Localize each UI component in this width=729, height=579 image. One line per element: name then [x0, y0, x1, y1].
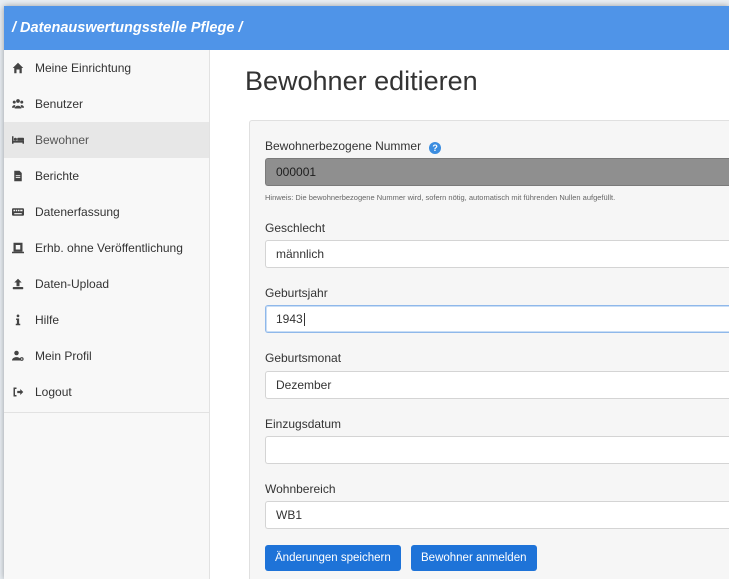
sidebar-item-datenerfassung[interactable]: Datenerfassung: [4, 194, 209, 230]
register-resident-button[interactable]: Bewohner anmelden: [411, 545, 537, 571]
sidebar-item-label: Benutzer: [35, 97, 84, 111]
sidebar-item-logout[interactable]: Logout: [4, 374, 209, 410]
sidebar-item-label: Bewohner: [35, 133, 90, 147]
sidebar-nav: Meine Einrichtung Benutzer Bewohner Beri…: [4, 50, 209, 413]
sidebar-item-label: Datenerfassung: [35, 205, 120, 219]
resident-number-label-text: Bewohnerbezogene Nummer: [265, 139, 422, 153]
bed-icon: [11, 133, 25, 147]
app-window: / Datenauswertungsstelle Pflege / Meine …: [4, 6, 729, 579]
user-cog-icon: [11, 349, 25, 363]
sidebar-item-label: Meine Einrichtung: [35, 61, 132, 75]
sidebar-item-erhb-ohne-veroeffentlichung[interactable]: Erhb. ohne Veröffentlichung: [4, 230, 209, 266]
sidebar-item-label: Mein Profil: [35, 349, 92, 363]
home-icon: [11, 61, 25, 75]
resident-number-value: 000001: [276, 165, 317, 179]
gender-select[interactable]: männlich: [265, 240, 729, 268]
document-icon: [11, 169, 25, 183]
sidebar-item-label: Berichte: [35, 169, 80, 183]
edit-form-panel: Bewohnerbezogene Nummer? 000001 Hinweis:…: [249, 120, 729, 579]
logout-icon: [11, 385, 25, 399]
resident-number-label: Bewohnerbezogene Nummer?: [265, 139, 442, 154]
birth-year-label: Geburtsjahr: [265, 286, 328, 300]
move-in-date-input[interactable]: [265, 436, 729, 464]
living-area-select[interactable]: WB1: [265, 501, 729, 529]
birth-month-value: Dezember: [276, 378, 332, 392]
sidebar-item-label: Logout: [35, 385, 72, 399]
birth-year-value: 1943: [276, 312, 303, 326]
resident-number-field: 000001: [265, 158, 729, 186]
save-changes-button[interactable]: Änderungen speichern: [265, 545, 401, 571]
resident-number-hint: Hinweis: Die bewohnerbezogene Nummer wir…: [265, 193, 616, 202]
top-header: / Datenauswertungsstelle Pflege /: [4, 6, 729, 50]
upload-icon: [11, 277, 25, 291]
birth-month-label: Geburtsmonat: [265, 351, 342, 365]
page-title: Bewohner editieren: [245, 66, 478, 96]
gender-value: männlich: [276, 247, 325, 261]
sidebar: Meine Einrichtung Benutzer Bewohner Beri…: [4, 50, 210, 579]
users-icon: [11, 97, 25, 111]
sidebar-item-mein-profil[interactable]: Mein Profil: [4, 338, 209, 374]
sidebar-item-meine-einrichtung[interactable]: Meine Einrichtung: [4, 50, 209, 86]
info-icon: [11, 313, 25, 327]
sidebar-item-label: Daten-Upload: [35, 277, 110, 291]
living-area-value: WB1: [276, 508, 303, 522]
main-content: Bewohner editieren Bewohnerbezogene Numm…: [209, 50, 729, 579]
sidebar-item-benutzer[interactable]: Benutzer: [4, 86, 209, 122]
sidebar-item-daten-upload[interactable]: Daten-Upload: [4, 266, 209, 302]
help-icon[interactable]: ?: [429, 142, 442, 154]
sidebar-item-bewohner[interactable]: Bewohner: [4, 122, 209, 158]
birth-month-select[interactable]: Dezember: [265, 371, 729, 399]
move-in-date-label: Einzugsdatum: [265, 417, 342, 431]
text-caret: [303, 312, 305, 326]
app-title: / Datenauswertungsstelle Pflege /: [12, 20, 243, 36]
birth-year-input[interactable]: 1943: [265, 305, 729, 333]
keyboard-icon: [11, 205, 25, 219]
living-area-label: Wohnbereich: [265, 482, 336, 496]
gender-label: Geschlecht: [265, 221, 326, 235]
sidebar-item-berichte[interactable]: Berichte: [4, 158, 209, 194]
sidebar-item-label: Hilfe: [35, 313, 60, 327]
sidebar-item-hilfe[interactable]: Hilfe: [4, 302, 209, 338]
sidebar-item-label: Erhb. ohne Veröffentlichung: [35, 241, 183, 255]
export-icon: [11, 241, 25, 255]
